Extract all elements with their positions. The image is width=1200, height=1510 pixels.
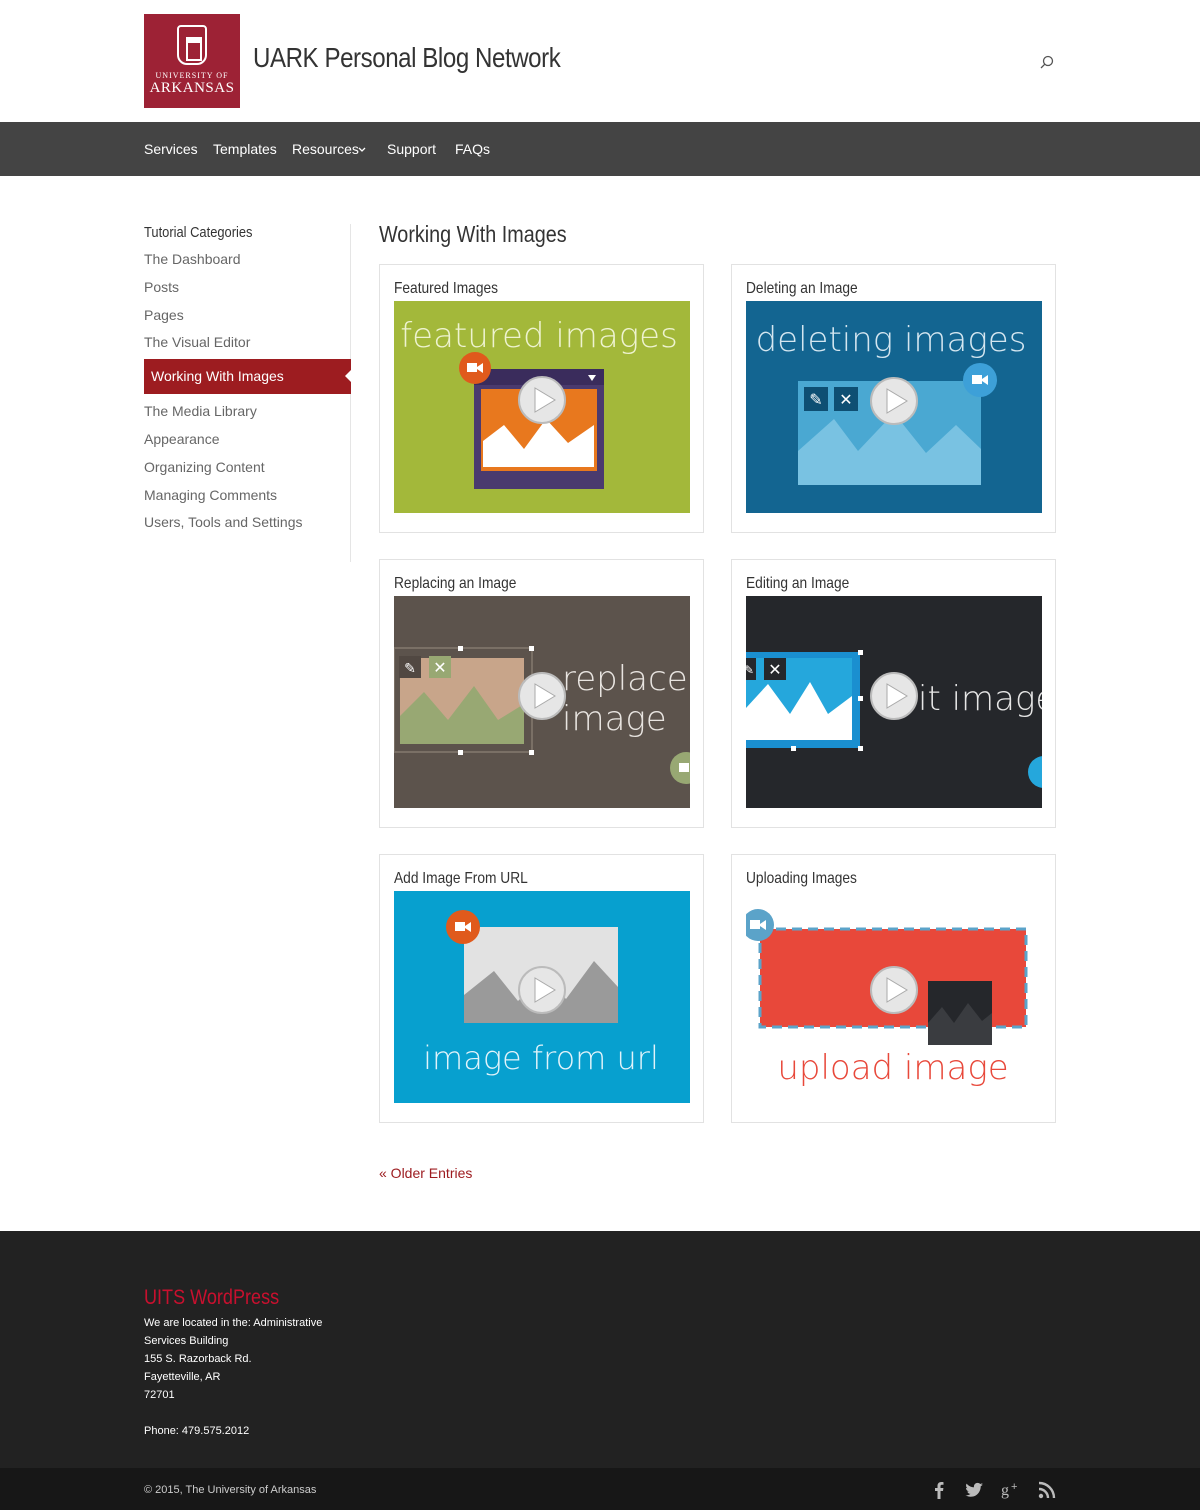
- sidebar-item-working-with-images[interactable]: Working With Images: [144, 359, 351, 394]
- nav-support[interactable]: Support: [387, 141, 436, 157]
- sidebar-item-visual-editor[interactable]: The Visual Editor: [144, 334, 250, 350]
- thumb-text: replace: [562, 659, 688, 699]
- nav-templates[interactable]: Templates: [213, 141, 277, 157]
- nav-resources[interactable]: Resources: [292, 141, 359, 157]
- twitter-icon[interactable]: [963, 1479, 985, 1501]
- sidebar-item-users-tools-settings[interactable]: Users, Tools and Settings: [144, 514, 303, 530]
- card-title[interactable]: Add Image From URL: [394, 870, 528, 888]
- facebook-icon[interactable]: [928, 1479, 950, 1501]
- sidebar-item-label: Working With Images: [151, 368, 284, 384]
- svg-text:+: +: [1011, 1481, 1017, 1493]
- card-title[interactable]: Editing an Image: [746, 575, 849, 593]
- svg-text:✕: ✕: [768, 662, 781, 679]
- card-title[interactable]: Replacing an Image: [394, 575, 516, 593]
- footer-title: UITS WordPress: [144, 1286, 280, 1309]
- video-thumbnail[interactable]: upload image: [746, 891, 1042, 1103]
- footer-address-line: We are located in the: Administrative: [144, 1317, 323, 1329]
- university-logo[interactable]: UNIVERSITY OF ARKANSAS: [144, 14, 240, 108]
- tutorial-card[interactable]: Deleting an Image deleting images ✎ ✕: [731, 264, 1056, 533]
- thumb-text: deleting images: [756, 320, 1027, 360]
- nav-faqs[interactable]: FAQs: [455, 141, 490, 157]
- tutorial-card[interactable]: Featured Images featured images: [379, 264, 704, 533]
- thumb-text: featured images: [400, 316, 678, 356]
- site-header: UNIVERSITY OF ARKANSAS UARK Personal Blo…: [0, 0, 1200, 122]
- copyright: © 2015, The University of Arkansas: [144, 1484, 317, 1496]
- sidebar-title: Tutorial Categories: [144, 224, 253, 241]
- sidebar-item-dashboard[interactable]: The Dashboard: [144, 251, 241, 267]
- search-icon[interactable]: [1040, 55, 1054, 69]
- bottom-bar: © 2015, The University of Arkansas g +: [0, 1468, 1200, 1510]
- seal-icon: [177, 25, 207, 65]
- video-thumbnail[interactable]: ✎ ✕ replace image: [394, 596, 690, 808]
- video-thumbnail[interactable]: deleting images ✎ ✕: [746, 301, 1042, 513]
- svg-text:✕: ✕: [839, 392, 852, 409]
- main-nav: Services Templates Resources Support FAQ…: [0, 122, 1200, 176]
- sidebar-item-pages[interactable]: Pages: [144, 307, 184, 323]
- rss-icon[interactable]: [1036, 1479, 1058, 1501]
- tutorial-card[interactable]: Replacing an Image ✎ ✕ replace image: [379, 559, 704, 828]
- site-footer: UITS WordPress We are located in the: Ad…: [0, 1231, 1200, 1468]
- footer-address-line: Fayetteville, AR: [144, 1371, 221, 1383]
- svg-text:✎: ✎: [809, 392, 822, 409]
- svg-text:✎: ✎: [404, 660, 416, 676]
- nav-services[interactable]: Services: [144, 141, 198, 157]
- chevron-down-icon[interactable]: [358, 147, 366, 153]
- sidebar-item-media-library[interactable]: The Media Library: [144, 403, 257, 419]
- logo-line2: ARKANSAS: [149, 80, 235, 96]
- tutorial-card[interactable]: Editing an Image ✎ ✕ it image: [731, 559, 1056, 828]
- thumb-text: it image: [918, 679, 1042, 719]
- logo-line1: UNIVERSITY OF: [155, 71, 229, 80]
- card-title[interactable]: Featured Images: [394, 280, 498, 298]
- card-title[interactable]: Deleting an Image: [746, 280, 858, 298]
- sidebar-item-posts[interactable]: Posts: [144, 279, 179, 295]
- video-thumbnail[interactable]: image from url: [394, 891, 690, 1103]
- thumb-text: upload image: [777, 1048, 1008, 1088]
- sidebar-item-appearance[interactable]: Appearance: [144, 431, 220, 447]
- thumb-text: image: [562, 699, 667, 739]
- page-title: Working With Images: [379, 221, 567, 247]
- svg-text:✕: ✕: [433, 660, 446, 677]
- svg-text:g: g: [1001, 1482, 1009, 1499]
- svg-text:✎: ✎: [746, 663, 754, 677]
- footer-address-line: Services Building: [144, 1335, 229, 1347]
- video-thumbnail[interactable]: ✎ ✕ it image: [746, 596, 1042, 808]
- sidebar-item-managing-comments[interactable]: Managing Comments: [144, 487, 277, 503]
- tutorial-card[interactable]: Add Image From URL image from url: [379, 854, 704, 1123]
- thumb-text: image from url: [423, 1039, 659, 1077]
- google-plus-icon[interactable]: g +: [1000, 1479, 1022, 1501]
- footer-address-line: 72701: [144, 1389, 175, 1401]
- older-entries-link[interactable]: « Older Entries: [379, 1165, 472, 1181]
- tutorial-card[interactable]: Uploading Images upload image: [731, 854, 1056, 1123]
- video-thumbnail[interactable]: featured images: [394, 301, 690, 513]
- site-title[interactable]: UARK Personal Blog Network: [253, 42, 561, 74]
- footer-address-line: 155 S. Razorback Rd.: [144, 1353, 252, 1365]
- footer-phone: Phone: 479.575.2012: [144, 1425, 250, 1437]
- sidebar-item-organizing-content[interactable]: Organizing Content: [144, 459, 265, 475]
- card-title[interactable]: Uploading Images: [746, 870, 857, 888]
